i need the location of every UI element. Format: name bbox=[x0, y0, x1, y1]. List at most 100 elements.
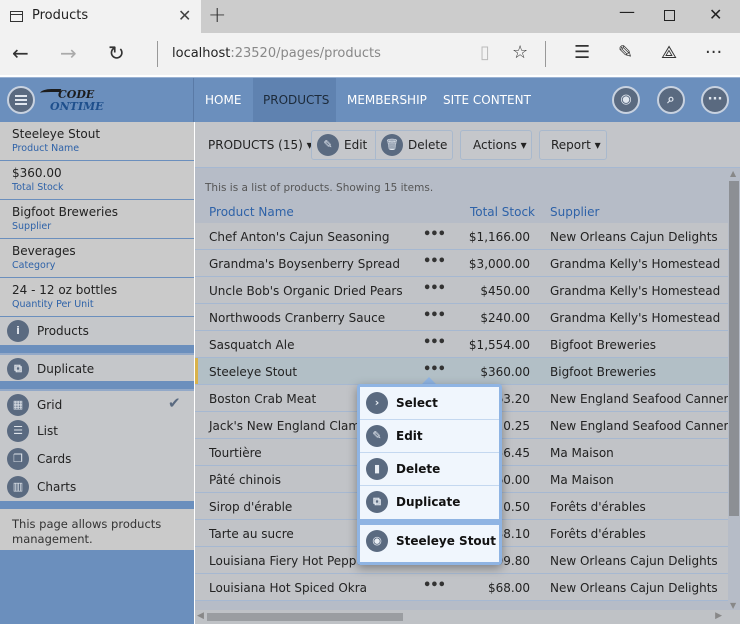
sidebar-item-label: Duplicate bbox=[37, 362, 95, 376]
menu-item-duplicate[interactable]: ⧉ Duplicate bbox=[360, 486, 499, 519]
sidebar-item-cards[interactable]: ❐ Cards bbox=[0, 445, 194, 473]
reading-view-icon[interactable]: ▯ bbox=[480, 42, 490, 63]
scrollbar-thumb[interactable] bbox=[729, 181, 739, 516]
browser-tab[interactable]: Products ✕ bbox=[0, 0, 201, 33]
scrollbar-thumb[interactable] bbox=[207, 613, 403, 621]
cell-supplier: New Orleans Cajun Delights bbox=[550, 581, 718, 595]
cell-supplier: Grandma Kelly's Homestead bbox=[550, 284, 721, 298]
row-menu-button[interactable]: ••• bbox=[423, 362, 446, 377]
cell-total-stock: $68.00 bbox=[488, 581, 530, 595]
field-label: Supplier bbox=[12, 221, 52, 232]
table-row[interactable]: Uncle Bob's Organic Dried Pears ••• $450.0… bbox=[195, 277, 728, 304]
menu-item-label: Edit bbox=[396, 429, 423, 443]
browser-tab-bar: Products ✕ + — ✕ bbox=[0, 0, 740, 33]
summary-field: Steeleye Stout Product Name bbox=[0, 122, 194, 161]
cell-product-name: Louisiana Hot Spiced Okra bbox=[209, 581, 368, 595]
sidebar-item-list[interactable]: ☰ List bbox=[0, 417, 194, 445]
cell-product-name: Pâté chinois bbox=[209, 473, 282, 487]
menu-item-select[interactable]: › Select bbox=[360, 387, 499, 420]
column-header-total-stock[interactable]: Total Stock bbox=[470, 205, 535, 219]
nav-site-content[interactable]: SITE CONTENT bbox=[433, 78, 541, 122]
row-menu-button[interactable]: ••• bbox=[423, 254, 446, 269]
sidebar-item-grid[interactable]: ▦ Grid ✔ bbox=[0, 389, 194, 417]
menu-line bbox=[15, 95, 27, 97]
forward-arrow-icon[interactable]: → bbox=[60, 41, 77, 65]
grid-description: This is a list of products. Showing 15 i… bbox=[205, 182, 434, 194]
scroll-left-icon[interactable]: ◀ bbox=[197, 611, 204, 621]
sidebar-item-products[interactable]: i Products bbox=[0, 317, 194, 345]
share-icon[interactable]: ⟁ bbox=[661, 42, 677, 63]
url-path: :23520/pages/products bbox=[230, 46, 381, 61]
app-header: CODE ONTIME HOME PRODUCTS MEMBERSHIP SIT… bbox=[0, 77, 740, 122]
back-arrow-icon[interactable]: ← bbox=[12, 41, 29, 65]
vertical-scrollbar[interactable]: ▲ ▼ bbox=[728, 169, 740, 610]
menu-item-delete[interactable]: ▮ Delete bbox=[360, 453, 499, 486]
new-tab-button[interactable]: + bbox=[208, 3, 226, 28]
minimize-button[interactable]: — bbox=[619, 2, 635, 21]
scroll-down-icon[interactable]: ▼ bbox=[730, 601, 736, 610]
nav-products[interactable]: PRODUCTS bbox=[253, 78, 336, 122]
table-row[interactable]: Sasquatch Ale ••• $1,554.00 Bigfoot Breweri… bbox=[195, 331, 728, 358]
sidebar-item-label: List bbox=[37, 424, 58, 438]
close-tab-icon[interactable]: ✕ bbox=[178, 6, 191, 25]
table-row[interactable]: Grandma's Boysenberry Spread ••• $3,000.00… bbox=[195, 250, 728, 277]
cell-product-name: Sasquatch Ale bbox=[209, 338, 295, 352]
maximize-button[interactable] bbox=[664, 10, 675, 21]
cell-supplier: Bigfoot Breweries bbox=[550, 365, 656, 379]
cell-product-name: Steeleye Stout bbox=[209, 365, 298, 379]
column-header-product-name[interactable]: Product Name bbox=[209, 205, 294, 219]
menu-line bbox=[15, 99, 27, 101]
horizontal-scrollbar[interactable]: ◀ ▶ bbox=[195, 610, 740, 624]
url-field[interactable]: localhost:23520/pages/products bbox=[172, 46, 381, 61]
close-window-button[interactable]: ✕ bbox=[709, 5, 722, 24]
hamburger-menu-button[interactable] bbox=[7, 86, 35, 114]
menu-item-view-record[interactable]: ◉ Steeleye Stout bbox=[360, 525, 499, 558]
cell-supplier: New Orleans Cajun Delights bbox=[550, 554, 718, 568]
field-value: $360.00 bbox=[12, 166, 62, 180]
more-options-icon[interactable]: ··· bbox=[701, 86, 729, 114]
cell-total-stock: $3,000.00 bbox=[468, 257, 530, 271]
sidebar-item-duplicate[interactable]: ⧉ Duplicate bbox=[0, 353, 194, 381]
row-menu-button[interactable]: ••• bbox=[423, 281, 446, 296]
divider bbox=[0, 345, 194, 353]
more-icon[interactable]: ··· bbox=[705, 42, 722, 63]
scroll-up-icon[interactable]: ▲ bbox=[730, 169, 736, 178]
row-menu-button[interactable]: ••• bbox=[423, 578, 446, 593]
divider bbox=[375, 131, 376, 159]
table-row[interactable]: Northwoods Cranberry Sauce ••• $240.00 Gran… bbox=[195, 304, 728, 331]
chevron-right-icon: › bbox=[366, 392, 388, 414]
duplicate-icon: ⧉ bbox=[7, 358, 29, 380]
column-header-supplier[interactable]: Supplier bbox=[550, 205, 599, 219]
favorite-star-icon[interactable]: ☆ bbox=[512, 42, 528, 63]
code-on-time-logo[interactable]: CODE ONTIME bbox=[38, 86, 104, 116]
delete-button[interactable]: Delete bbox=[408, 131, 447, 159]
row-menu-button[interactable]: ••• bbox=[423, 308, 446, 323]
view-selector[interactable]: PRODUCTS (15) ▾ bbox=[208, 138, 313, 152]
table-row[interactable]: Steeleye Stout ••• $360.00 Bigfoot Brewerie… bbox=[195, 358, 728, 385]
eye-icon[interactable]: ◉ bbox=[612, 86, 640, 114]
sidebar-item-charts[interactable]: ▥ Charts bbox=[0, 473, 194, 501]
nav-membership[interactable]: MEMBERSHIP bbox=[337, 78, 437, 122]
cell-total-stock: $240.00 bbox=[480, 311, 530, 325]
menu-item-edit[interactable]: ✎ Edit bbox=[360, 420, 499, 453]
report-button[interactable]: Report ▾ bbox=[539, 130, 607, 160]
cell-product-name: Tarte au sucre bbox=[209, 527, 294, 541]
table-row[interactable]: Chef Anton's Cajun Seasoning ••• $1,166.00… bbox=[195, 223, 728, 250]
action-bar: PRODUCTS (15) ▾ ✎ Edit 🗑 Delete Actions … bbox=[195, 122, 740, 168]
scroll-right-icon[interactable]: ▶ bbox=[715, 611, 722, 621]
search-icon[interactable]: ⌕ bbox=[657, 86, 685, 114]
row-menu-button[interactable]: ••• bbox=[423, 227, 446, 242]
refresh-icon[interactable]: ↻ bbox=[108, 41, 125, 65]
row-menu-button[interactable]: ••• bbox=[423, 335, 446, 350]
summary-field: $360.00 Total Stock bbox=[0, 161, 194, 200]
nav-home[interactable]: HOME bbox=[195, 78, 251, 122]
cell-product-name: Chef Anton's Cajun Seasoning bbox=[209, 230, 390, 244]
edit-button[interactable]: Edit bbox=[344, 131, 367, 159]
divider bbox=[157, 41, 158, 67]
actions-button[interactable]: Actions ▾ bbox=[460, 130, 532, 160]
cell-supplier: Forêts d'érables bbox=[550, 500, 646, 514]
web-note-icon[interactable]: ✎ bbox=[618, 42, 633, 63]
hub-icon[interactable]: ☰ bbox=[574, 42, 590, 63]
popup-pointer bbox=[422, 377, 436, 384]
table-row[interactable]: Louisiana Hot Spiced Okra ••• $68.00 New Or… bbox=[195, 574, 728, 601]
